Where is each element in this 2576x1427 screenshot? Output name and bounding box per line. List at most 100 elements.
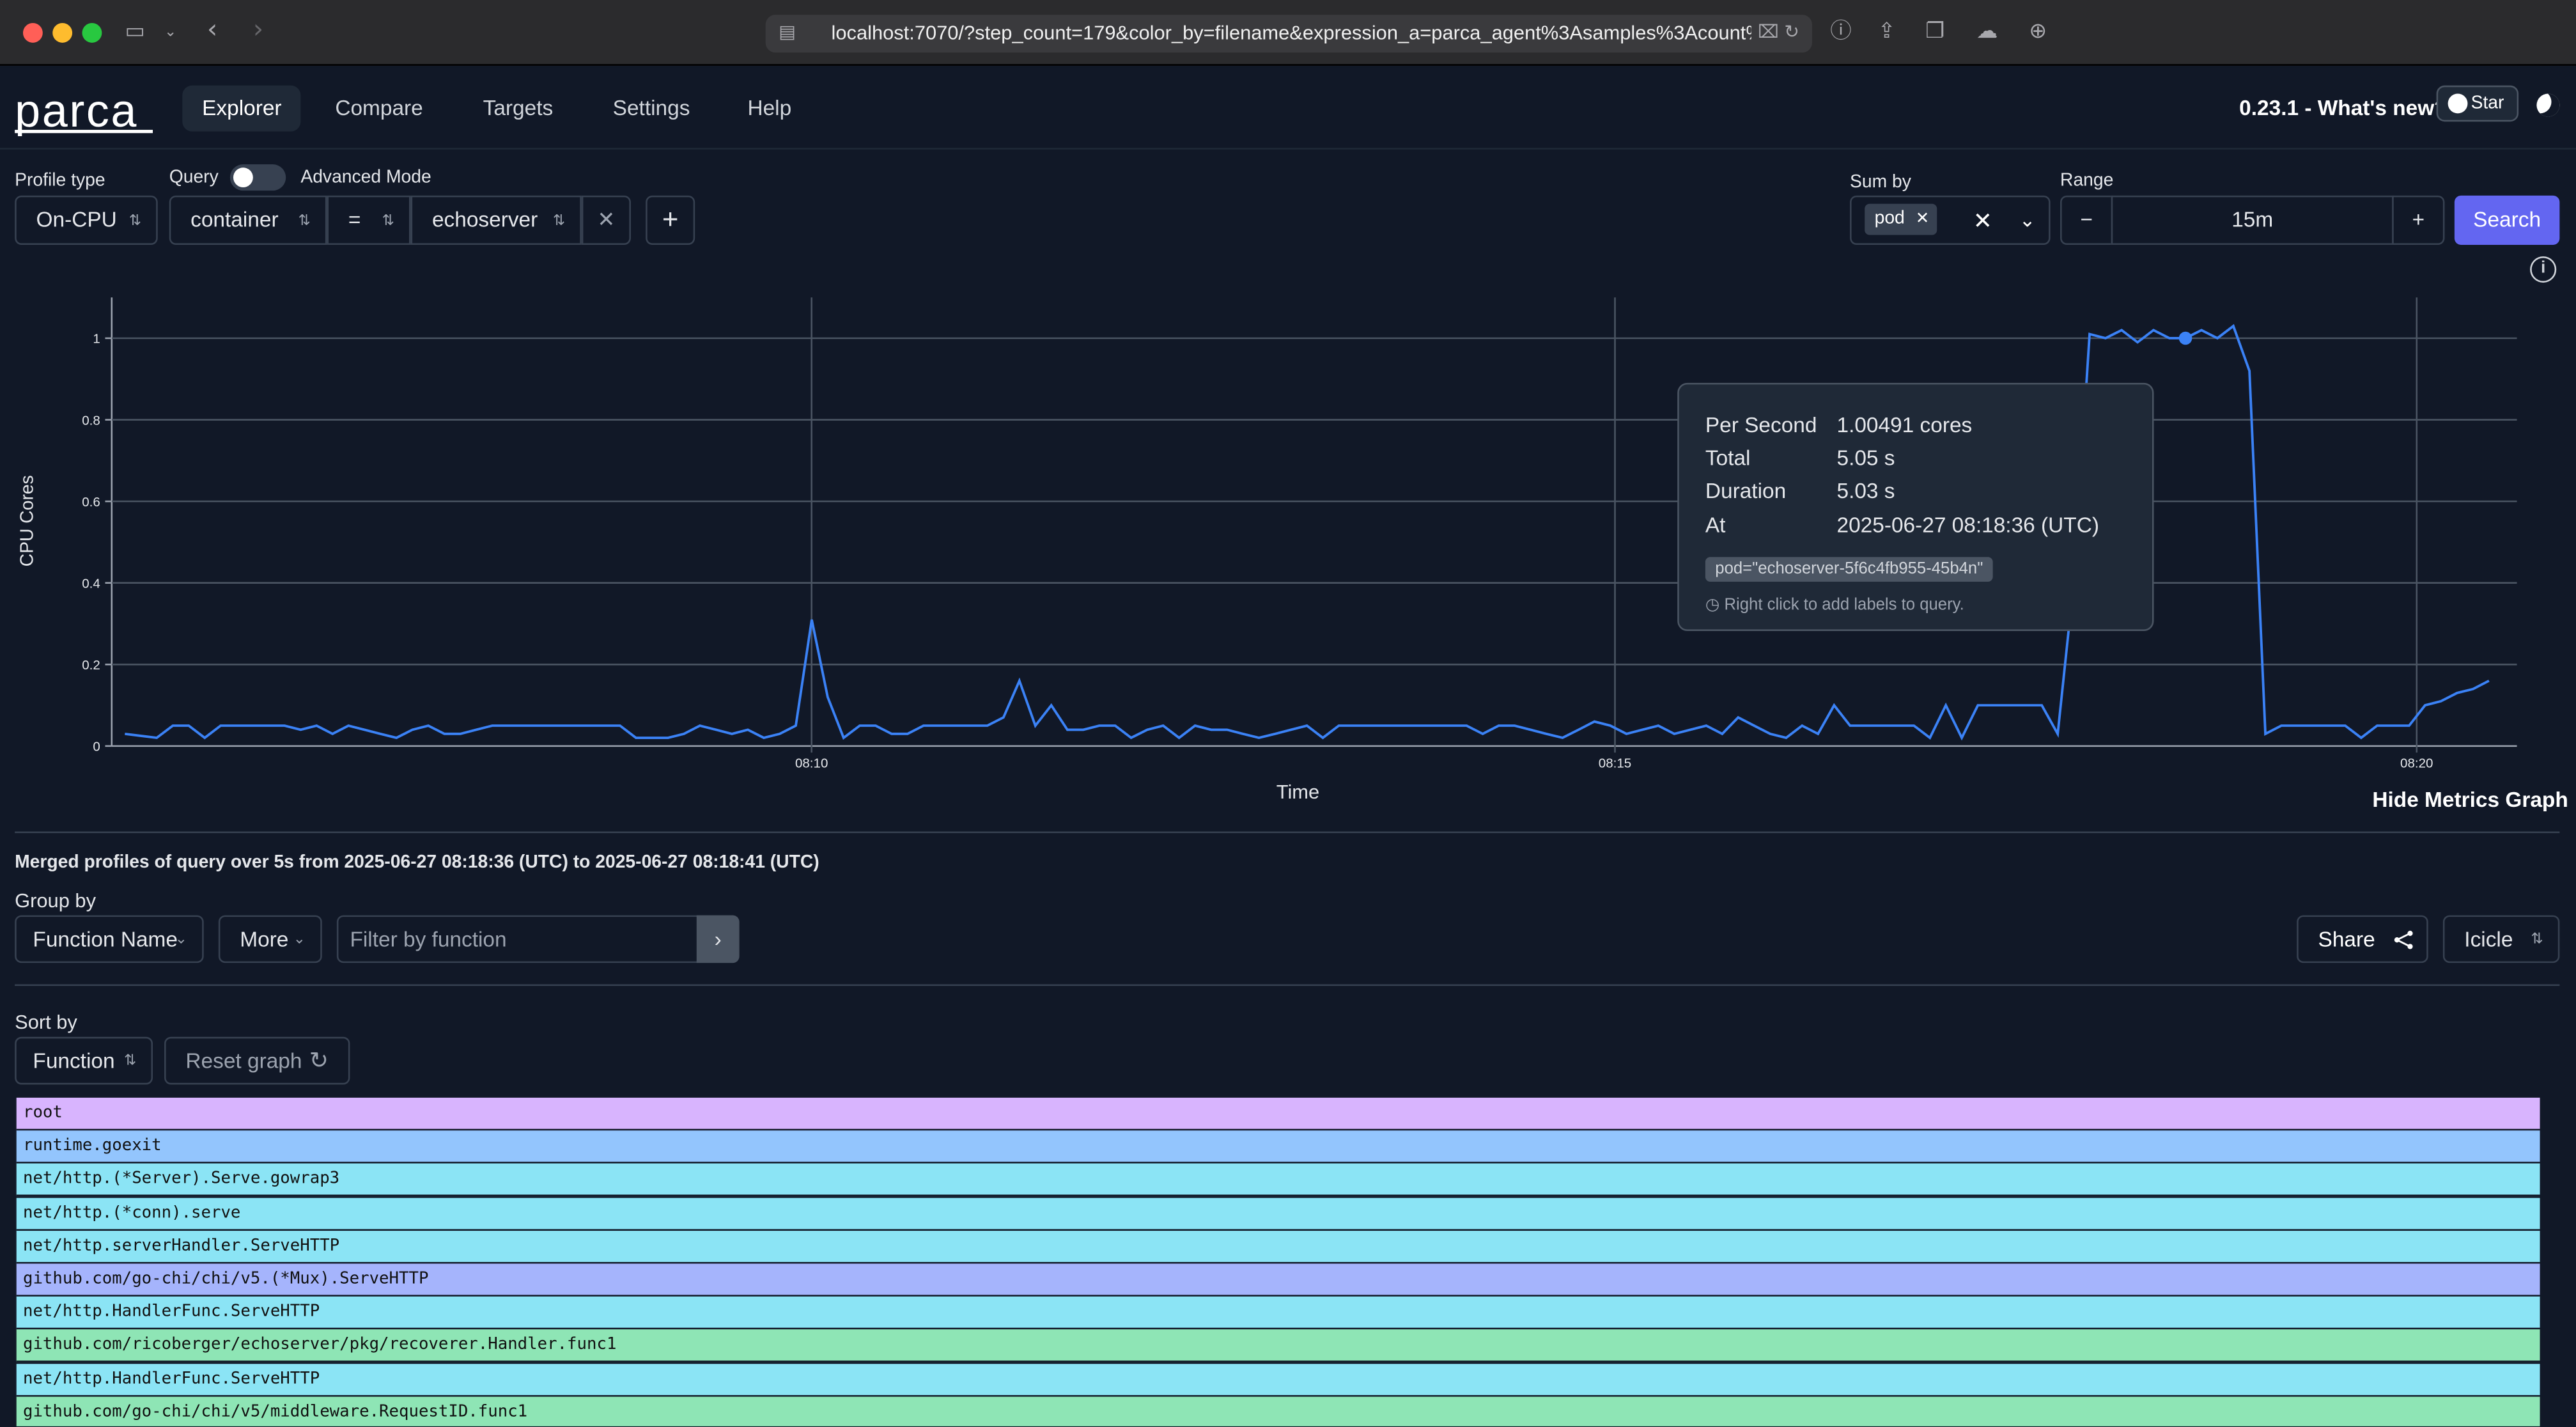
updown-icon: ⇅ — [382, 212, 394, 229]
translate-icon[interactable]: ⌧ — [1758, 18, 1779, 47]
remove-matcher-button[interactable]: ✕ — [581, 195, 631, 245]
clear-sum-by-icon[interactable]: ✕ — [1973, 197, 1992, 243]
share-icon[interactable]: ⇪ — [1878, 18, 1896, 47]
range-label: Range — [2060, 171, 2114, 191]
share-button[interactable]: Share — [2297, 915, 2428, 963]
more-select[interactable]: More ⌄ — [218, 915, 322, 963]
operator-value: = — [348, 207, 361, 232]
reset-icon: ↻ — [309, 1047, 329, 1073]
advanced-mode-toggle[interactable] — [229, 164, 286, 191]
tooltip-duration-value: 5.03 s — [1836, 478, 1895, 503]
back-icon[interactable]: ‹ — [207, 14, 217, 44]
y-tick-label: 0 — [93, 740, 100, 754]
icicle-frame[interactable]: net/http.(*Server).Serve.gowrap3 — [16, 1164, 2540, 1197]
nav-compare[interactable]: Compare — [315, 86, 442, 132]
icicle-frame[interactable]: github.com/go-chi/chi/v5.(*Mux).ServeHTT… — [16, 1263, 2540, 1297]
x-tick-labels: 08:10 08:15 08:20 — [795, 756, 2433, 770]
add-matcher-button[interactable]: + — [646, 195, 695, 245]
group-by-select[interactable]: Function Name ⌄ — [15, 915, 204, 963]
y-tick-label: 0.8 — [82, 413, 100, 428]
sort-by-value: Function — [33, 1048, 115, 1073]
tooltip-total-value: 5.05 s — [1836, 445, 1895, 471]
label-name-select[interactable]: container ⇅ — [169, 195, 327, 245]
query-label: Query — [169, 168, 219, 188]
nav-explorer[interactable]: Explorer — [182, 85, 302, 132]
x-tick-label: 08:10 — [795, 756, 828, 770]
nav-settings[interactable]: Settings — [593, 86, 710, 132]
share-label: Share — [2318, 926, 2375, 952]
search-button[interactable]: Search — [2454, 195, 2560, 245]
remove-chip-icon[interactable]: ✕ — [1916, 204, 1930, 235]
label-name-value: container — [190, 207, 279, 232]
maximize-window-button[interactable] — [82, 22, 102, 43]
icicle-frame[interactable]: runtime.goexit — [16, 1130, 2540, 1164]
divider — [15, 831, 2560, 834]
icicle-frame[interactable]: github.com/ricoberger/echoserver/pkg/rec… — [16, 1330, 2540, 1363]
info-circle-icon[interactable]: ⓘ — [1830, 18, 1851, 47]
url-text: localhost:7070/?step_count=179&color_by=… — [831, 21, 1751, 45]
download-icon[interactable]: ⊕ — [2029, 18, 2047, 47]
tooltip-total-label: Total — [1705, 445, 1751, 471]
profile-type-select[interactable]: On-CPU ⇅ — [15, 195, 158, 245]
sort-by-select[interactable]: Function ⇅ — [15, 1036, 153, 1085]
range-input[interactable]: 15m — [2111, 195, 2394, 245]
github-icon — [2448, 93, 2468, 114]
address-bar[interactable]: ▤ localhost:7070/?step_count=179&color_b… — [765, 15, 1812, 53]
profile-type-label: Profile type — [15, 171, 105, 191]
cloud-icon[interactable]: ☁ — [1976, 18, 1998, 47]
app-navbar: parca Explorer Compare Targets Settings … — [0, 67, 2576, 150]
dark-mode-icon[interactable] — [2536, 93, 2560, 117]
icicle-frame[interactable]: net/http.HandlerFunc.ServeHTTP — [16, 1297, 2540, 1330]
operator-select[interactable]: = ⇅ — [327, 195, 411, 245]
reset-graph-button[interactable]: Reset graph ↻ — [164, 1036, 350, 1085]
sidebar-icon[interactable]: ▭ — [125, 18, 145, 47]
range-increase-button[interactable]: + — [2392, 195, 2445, 245]
minimize-window-button[interactable] — [52, 22, 73, 43]
tabs-icon[interactable]: ❐ — [1925, 18, 1944, 47]
icicle-frame[interactable]: net/http.(*conn).serve — [16, 1197, 2540, 1230]
chevron-down-icon: ⌄ — [293, 930, 306, 947]
x-axis-label: Time — [1276, 781, 1319, 803]
filter-submit-button[interactable]: › — [696, 915, 740, 963]
range-decrease-button[interactable]: − — [2060, 195, 2113, 245]
icicle-frame[interactable]: root — [16, 1097, 2540, 1131]
github-star-button[interactable]: Star — [2436, 85, 2519, 122]
icicle-frame[interactable]: net/http.serverHandler.ServeHTTP — [16, 1230, 2540, 1263]
plus-icon: + — [2412, 207, 2425, 232]
filter-function-input[interactable]: Filter by function — [336, 915, 740, 963]
icicle-frame[interactable]: github.com/go-chi/chi/v5/middleware.Requ… — [16, 1396, 2540, 1426]
nav-targets[interactable]: Targets — [463, 86, 573, 132]
nav-help[interactable]: Help — [728, 86, 811, 132]
forward-icon[interactable]: › — [253, 14, 263, 44]
icicle-frame[interactable]: net/http.HandlerFunc.ServeHTTP — [16, 1362, 2540, 1396]
reload-icon[interactable]: ↻ — [1784, 18, 1799, 47]
hide-metrics-graph-button[interactable]: Hide Metrics Graph — [2372, 787, 2568, 812]
close-window-button[interactable] — [22, 22, 43, 43]
chevron-down-icon[interactable]: ⌄ — [2019, 197, 2036, 243]
sort-by-label: Sort by — [15, 1010, 77, 1034]
reset-graph-label: Reset graph — [185, 1048, 302, 1073]
page-settings-icon[interactable]: ▤ — [779, 18, 796, 47]
tooltip-hint-text: Right click to add labels to query. — [1724, 596, 1964, 615]
label-value-select[interactable]: echoserver ⇅ — [410, 195, 582, 245]
merged-profiles-text: Merged profiles of query over 5s from 20… — [15, 852, 819, 873]
close-icon: ✕ — [597, 207, 616, 232]
version-link[interactable]: 0.23.1 - What's new? — [2239, 95, 2447, 120]
tooltip-duration-label: Duration — [1705, 478, 1787, 503]
group-by-value: Function Name — [33, 926, 178, 952]
updown-icon: ⇅ — [128, 212, 142, 229]
visualization-select[interactable]: Icicle ⇅ — [2442, 915, 2560, 963]
tooltip-at-value: 2025-06-27 08:18:36 (UTC) — [1836, 512, 2099, 538]
y-tick-labels: 0 0.2 0.4 0.6 0.8 1 — [82, 332, 100, 754]
updown-icon: ⇅ — [552, 212, 566, 229]
tooltip-label-chip[interactable]: pod="echoserver-5f6c4fb955-45b4n" — [1705, 557, 1993, 582]
metrics-graph[interactable]: 0 0.2 0.4 0.6 0.8 1 08:10 08:15 08:20 Time CPU … — [0, 254, 2576, 813]
advanced-mode-label: Advanced Mode — [300, 168, 431, 188]
tooltip-per-second-label: Per Second — [1705, 412, 1817, 437]
y-axis-label: CPU Cores — [16, 475, 36, 566]
y-tick-label: 0.2 — [82, 658, 100, 673]
x-tick-label: 08:15 — [1599, 756, 1631, 770]
logo-underline — [15, 130, 153, 134]
parca-logo[interactable]: parca — [15, 88, 138, 134]
chevron-down-icon[interactable]: ⌄ — [164, 18, 176, 47]
